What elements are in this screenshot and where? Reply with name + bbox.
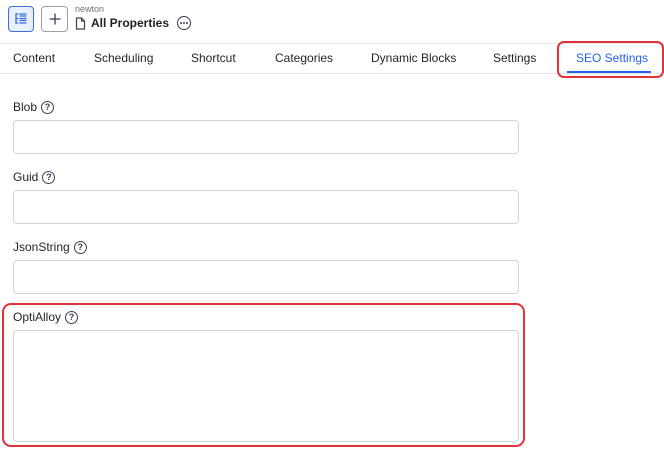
blob-label-text: Blob (13, 100, 38, 114)
page-title: All Properties (91, 16, 170, 30)
tab-shortcut[interactable]: Shortcut (191, 44, 236, 73)
help-icon[interactable]: ? (65, 310, 79, 324)
guid-label-text: Guid (13, 170, 39, 184)
top-toolbar: newton All Properties (0, 0, 664, 43)
page-title-row: All Properties (75, 14, 192, 32)
tree-view-button[interactable] (8, 6, 34, 32)
optialloy-label: OptiAlloy ? (13, 309, 79, 325)
blob-label: Blob ? (13, 99, 55, 115)
more-horizontal-icon (180, 22, 189, 24)
tab-content[interactable]: Content (13, 44, 55, 73)
tab-categories[interactable]: Categories (275, 44, 333, 73)
tab-settings[interactable]: Settings (493, 44, 536, 73)
jsonstring-input[interactable] (13, 260, 519, 294)
blob-input[interactable] (13, 120, 519, 154)
seo-tab-highlight (557, 41, 664, 78)
help-icon[interactable]: ? (73, 240, 87, 254)
optialloy-textarea[interactable] (13, 330, 519, 442)
guid-input[interactable] (13, 190, 519, 224)
tree-view-icon (15, 13, 27, 24)
page-icon (75, 16, 86, 30)
plus-icon (48, 13, 61, 25)
add-button[interactable] (41, 6, 68, 32)
breadcrumb-parent[interactable]: newton (75, 4, 104, 14)
help-icon[interactable]: ? (41, 100, 55, 114)
optialloy-label-text: OptiAlloy (13, 310, 62, 324)
jsonstring-label: JsonString ? (13, 239, 87, 255)
tab-dynamic-blocks[interactable]: Dynamic Blocks (371, 44, 456, 73)
guid-label: Guid ? (13, 169, 56, 185)
jsonstring-label-text: JsonString (13, 240, 70, 254)
help-icon[interactable]: ? (42, 170, 56, 184)
tab-scheduling[interactable]: Scheduling (94, 44, 153, 73)
more-options-button[interactable] (177, 16, 192, 30)
